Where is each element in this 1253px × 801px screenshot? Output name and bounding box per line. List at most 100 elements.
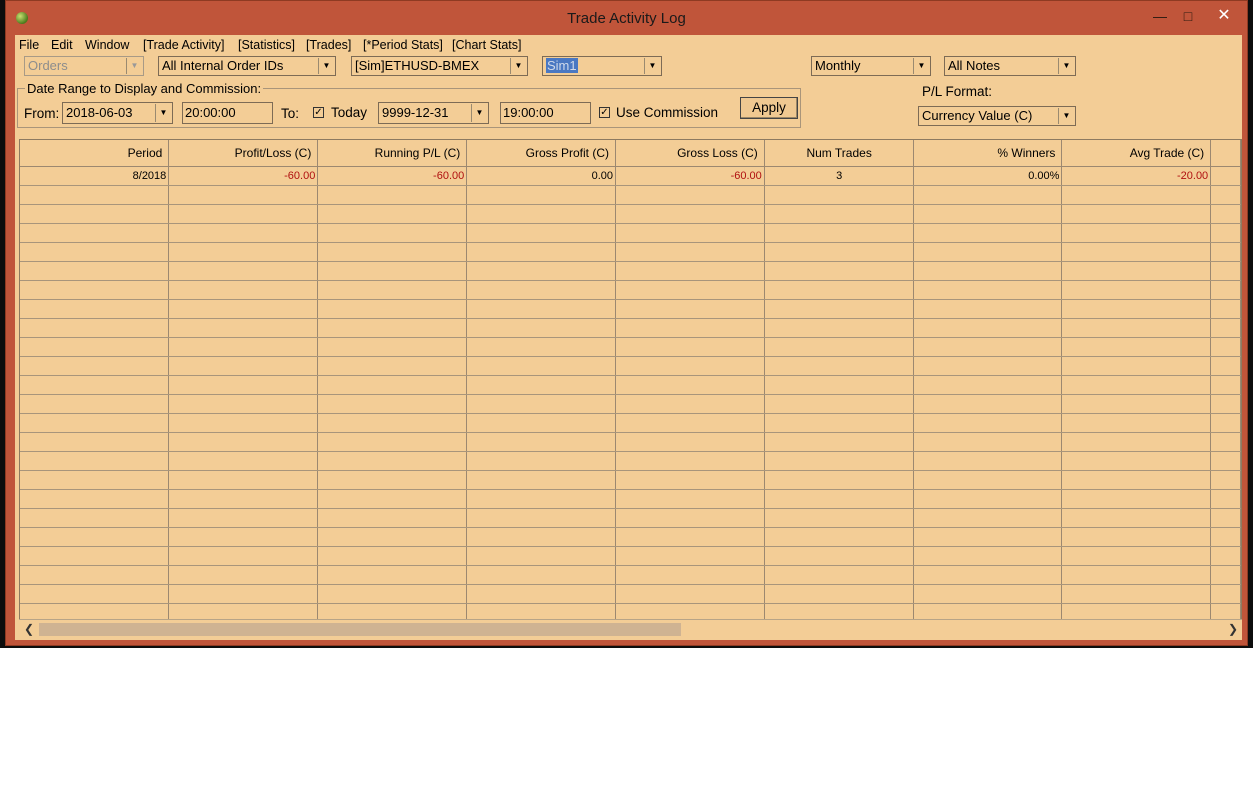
empty-cell [764,546,914,566]
empty-cell [20,584,170,604]
col-pct-winners[interactable]: % Winners [913,140,1063,167]
col-avg-trade[interactable]: Avg Trade (C) [1061,140,1212,167]
table-row-empty [20,337,1241,357]
empty-cell [764,356,914,376]
horizontal-scrollbar[interactable]: ❮ ❯ [19,619,1242,639]
empty-cell [764,280,914,300]
menu-trade-activity[interactable]: [Trade Activity] [143,38,225,52]
from-date-picker[interactable]: 2018-06-03 ▼ [62,102,173,124]
scrollbar-thumb[interactable] [39,623,681,636]
menu-bar: File Edit Window [Trade Activity] [Stati… [15,35,1242,55]
empty-cell [615,546,765,566]
today-checkbox[interactable]: ✓ [313,107,324,118]
empty-cell [20,223,170,243]
empty-cell [913,337,1063,357]
menu-edit[interactable]: Edit [51,38,73,52]
empty-cell [1061,413,1212,433]
from-time-input[interactable]: 20:00:00 [182,102,273,124]
account-dropdown[interactable]: Sim1 ▼ [542,56,662,76]
empty-cell [466,318,617,338]
empty-cell [168,546,319,566]
empty-cell [913,565,1063,585]
empty-cell [466,489,617,509]
empty-cell [913,318,1063,338]
menu-window[interactable]: Window [85,38,129,52]
empty-cell [1061,489,1212,509]
empty-cell [466,223,617,243]
empty-cell [168,204,319,224]
title-bar[interactable]: Trade Activity Log — □ ✕ [6,1,1247,35]
col-running-pl[interactable]: Running P/L (C) [317,140,468,167]
date-range-label: Date Range to Display and Commission: [25,81,264,96]
empty-cell [168,451,319,471]
minimize-button[interactable]: — [1149,5,1171,27]
menu-chart-stats[interactable]: [Chart Stats] [452,38,521,52]
empty-cell [913,185,1063,205]
empty-cell [1061,261,1212,281]
internal-order-ids-dropdown[interactable]: All Internal Order IDs ▼ [158,56,336,76]
apply-button[interactable]: Apply [740,97,798,119]
empty-cell [168,280,319,300]
to-date-picker[interactable]: 9999-12-31 ▼ [378,102,489,124]
empty-cell [20,508,170,528]
table-row-empty [20,242,1241,262]
table-row-empty [20,451,1241,471]
empty-cell [466,375,617,395]
empty-cell [615,508,765,528]
empty-cell [20,299,170,319]
menu-statistics[interactable]: [Statistics] [238,38,295,52]
empty-cell [317,432,468,452]
empty-cell [1061,318,1212,338]
scroll-right-icon[interactable]: ❯ [1228,622,1238,636]
empty-cell [1210,375,1241,395]
col-gross-profit[interactable]: Gross Profit (C) [466,140,617,167]
menu-file[interactable]: File [19,38,39,52]
col-gross-loss[interactable]: Gross Loss (C) [615,140,765,167]
table-row[interactable]: 8/2018 -60.00 -60.00 0.00 -60.00 3 0.00%… [20,166,1241,186]
empty-cell [913,432,1063,452]
empty-cell [764,565,914,585]
to-time-input[interactable]: 19:00:00 [500,102,591,124]
empty-cell [317,527,468,547]
empty-cell [1061,337,1212,357]
empty-cell [764,527,914,547]
symbol-dropdown[interactable]: [Sim]ETHUSD-BMEX ▼ [351,56,528,76]
use-commission-checkbox[interactable]: ✓ [599,107,610,118]
table-row-empty [20,470,1241,490]
period-dropdown[interactable]: Monthly ▼ [811,56,931,76]
empty-cell [764,185,914,205]
empty-cell [20,413,170,433]
close-button[interactable]: ✕ [1206,5,1242,27]
empty-cell [168,584,319,604]
period-stats-table: Period Profit/Loss (C) Running P/L (C) G… [19,139,1242,621]
empty-cell [20,394,170,414]
empty-cell [317,242,468,262]
scroll-left-icon[interactable]: ❮ [24,622,34,636]
chevron-down-icon: ▼ [510,58,526,74]
menu-trades[interactable]: [Trades] [306,38,351,52]
menu-period-stats[interactable]: [*Period Stats] [363,38,443,52]
col-num-trades[interactable]: Num Trades [764,140,914,167]
notes-dropdown[interactable]: All Notes ▼ [944,56,1076,76]
empty-cell [1061,584,1212,604]
empty-cell [615,356,765,376]
empty-cell [317,223,468,243]
empty-cell [20,204,170,224]
pl-format-value: Currency Value (C) [922,108,1033,123]
empty-cell [20,318,170,338]
empty-cell [317,584,468,604]
empty-cell [764,223,914,243]
empty-cell [913,451,1063,471]
table-row-empty [20,204,1241,224]
col-profit-loss[interactable]: Profit/Loss (C) [168,140,319,167]
pl-format-dropdown[interactable]: Currency Value (C) ▼ [918,106,1076,126]
orders-dropdown[interactable]: Orders ▼ [24,56,144,76]
col-period[interactable]: Period [20,140,170,167]
empty-cell [168,375,319,395]
empty-cell [764,394,914,414]
empty-cell [1061,185,1212,205]
empty-cell [20,489,170,509]
maximize-button[interactable]: □ [1177,5,1199,27]
empty-cell [20,432,170,452]
empty-cell [913,584,1063,604]
